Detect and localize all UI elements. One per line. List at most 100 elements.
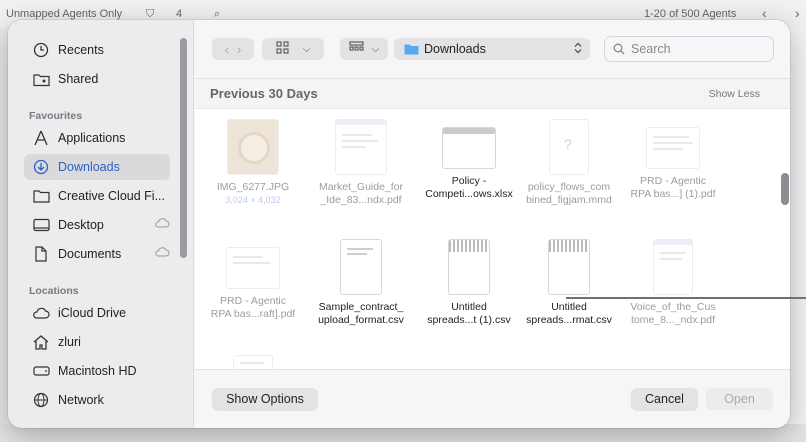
locations-heading: Locations xyxy=(29,285,79,297)
file-name: PRD - Agentic xyxy=(640,175,706,187)
pagination-text: 1-20 of 500 Agents xyxy=(644,8,737,20)
sidebar-item-label: iCloud Drive xyxy=(58,306,127,320)
section-title: Previous 30 Days xyxy=(210,86,318,101)
pdf-thumbnail xyxy=(226,247,280,289)
sidebar-item-label: Recents xyxy=(58,43,104,57)
file-item[interactable]: Untitled spreads...t (1).csv xyxy=(417,239,521,327)
sidebar-item-icloud-drive[interactable]: iCloud Drive xyxy=(24,300,170,326)
file-item[interactable]: IMG_6277.JPG 3,024 × 4,032 xyxy=(201,119,305,205)
disk-icon xyxy=(32,362,50,380)
sidebar-scrollbar[interactable] xyxy=(180,38,187,258)
file-name-line2: RPA bas...raft].pdf xyxy=(210,308,296,320)
section-header: Previous 30 Days Show Less xyxy=(195,79,790,109)
file-browser: Previous 30 Days Show Less IMG_6277.JPG … xyxy=(195,78,790,370)
desktop-icon xyxy=(32,216,50,234)
group-view-icon xyxy=(349,41,364,57)
file-name: IMG_6277.JPG xyxy=(216,181,290,193)
file-dimensions: 3,024 × 4,032 xyxy=(225,195,281,205)
file-name-line2: Competi...ows.xlsx xyxy=(425,188,513,200)
file-item[interactable]: Policy - Competi...ows.xlsx xyxy=(417,119,521,201)
open-file-dialog: Recents Shared Favourites Applications D… xyxy=(8,20,790,428)
sidebar: Recents Shared Favourites Applications D… xyxy=(8,20,194,428)
folder-icon xyxy=(404,43,419,55)
image-thumbnail xyxy=(227,119,279,175)
search-placeholder: Search xyxy=(631,42,671,56)
file-name-line2: RPA bas...] (1).pdf xyxy=(630,188,716,200)
show-less-link[interactable]: Show Less xyxy=(709,88,760,100)
spreadsheet-thumbnail xyxy=(442,127,496,169)
sidebar-item-recents[interactable]: Recents xyxy=(24,37,170,63)
icloud-sync-icon xyxy=(154,246,170,260)
csv-thumbnail xyxy=(448,239,490,295)
sidebar-item-documents[interactable]: Documents xyxy=(24,241,170,267)
pdf-thumbnail xyxy=(646,127,700,169)
location-label: Downloads xyxy=(424,42,486,56)
favourites-heading: Favourites xyxy=(29,110,83,122)
sidebar-item-desktop[interactable]: Desktop xyxy=(24,212,170,238)
document-icon xyxy=(32,245,50,263)
sidebar-item-home[interactable]: zluri xyxy=(24,329,170,355)
file-item[interactable]: PRD - Agentic RPA bas...raft].pdf xyxy=(201,239,305,321)
file-name-line2: tome_8..._ndx.pdf xyxy=(630,314,716,326)
open-button[interactable]: Open xyxy=(706,388,773,410)
home-icon xyxy=(32,333,50,351)
folder-icon xyxy=(32,187,50,205)
file-item[interactable]: ? policy_flows_com bined_figjam.mmd xyxy=(517,119,621,207)
file-item[interactable]: PRD - Agentic RPA bas...] (1).pdf xyxy=(621,119,725,201)
unknown-file-icon: ? xyxy=(549,119,589,175)
sidebar-item-label: Creative Cloud Fi... xyxy=(58,189,165,203)
sidebar-item-label: Downloads xyxy=(58,160,120,174)
sidebar-item-label: Documents xyxy=(58,247,122,261)
icon-view-button[interactable]: ⌵ xyxy=(262,38,324,60)
forward-icon[interactable]: › xyxy=(237,42,241,57)
sidebar-item-label: Applications xyxy=(58,131,126,145)
file-name: Voice_of_the_Cus xyxy=(630,301,716,313)
file-name-line2: spreads...t (1).csv xyxy=(427,314,511,326)
chevron-down-icon: ⌵ xyxy=(302,43,311,55)
show-options-button[interactable]: Show Options xyxy=(212,388,318,410)
sidebar-item-applications[interactable]: Applications xyxy=(24,125,170,151)
file-item[interactable]: Market_Guide_for _Ide_83...ndx.pdf xyxy=(309,119,413,207)
sidebar-item-downloads[interactable]: Downloads xyxy=(24,154,170,180)
grid-view-icon xyxy=(276,41,289,57)
icloud-sync-icon xyxy=(154,217,170,231)
shared-folder-icon xyxy=(32,70,50,88)
cancel-button[interactable]: Cancel xyxy=(631,388,698,410)
file-item[interactable]: Voice_of_the_Cus tome_8..._ndx.pdf xyxy=(621,239,725,327)
up-down-arrows-icon xyxy=(574,42,582,57)
filter-label[interactable]: Unmapped Agents Only xyxy=(6,8,122,20)
next-page-icon[interactable]: › xyxy=(795,5,800,21)
sidebar-item-shared[interactable]: Shared xyxy=(24,66,170,92)
file-item[interactable] xyxy=(201,355,305,369)
file-item[interactable]: Sample_contract_ upload_format.csv xyxy=(309,239,413,327)
file-name-line2: upload_format.csv xyxy=(318,314,404,326)
file-name: Untitled xyxy=(451,301,487,313)
location-popup[interactable]: Downloads xyxy=(394,38,590,60)
content-scrollbar[interactable] xyxy=(781,173,789,205)
back-icon[interactable]: ‹ xyxy=(225,42,229,57)
back-forward-buttons[interactable]: ‹ › xyxy=(212,38,254,60)
group-by-button[interactable]: ⌵ xyxy=(340,38,388,60)
file-name: Untitled xyxy=(551,301,587,313)
pdf-thumbnail xyxy=(653,239,693,295)
csv-thumbnail xyxy=(548,239,590,295)
file-name-line2: _Ide_83...ndx.pdf xyxy=(320,194,402,206)
sidebar-item-creative-cloud[interactable]: Creative Cloud Fi... xyxy=(24,183,170,209)
file-name: PRD - Agentic xyxy=(220,295,286,307)
sidebar-item-label: Network xyxy=(58,393,104,407)
prev-page-icon[interactable]: ‹ xyxy=(762,5,767,21)
sidebar-item-macintosh-hd[interactable]: Macintosh HD xyxy=(24,358,170,384)
sidebar-item-network[interactable]: Network xyxy=(24,387,170,413)
download-icon xyxy=(32,158,50,176)
search-field[interactable]: Search xyxy=(604,36,774,62)
chevron-down-icon: ⌵ xyxy=(371,43,380,55)
search-icon xyxy=(613,43,625,55)
clock-icon xyxy=(32,41,50,59)
csv-thumbnail xyxy=(340,239,382,295)
file-thumbnail xyxy=(233,355,273,369)
count-badge[interactable]: 4 xyxy=(176,8,182,20)
file-name: policy_flows_com xyxy=(527,181,611,193)
cloud-icon xyxy=(32,304,50,322)
background-connector-line xyxy=(566,297,806,299)
file-item[interactable]: Untitled spreads...rmat.csv xyxy=(517,239,621,327)
